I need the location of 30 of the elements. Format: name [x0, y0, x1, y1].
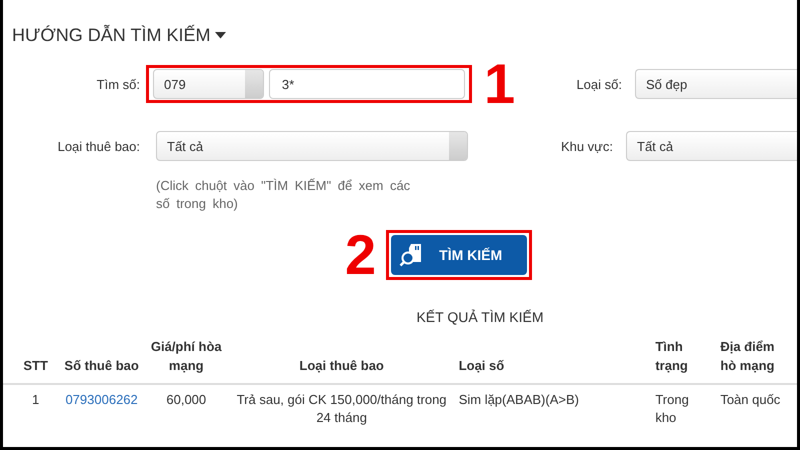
- table-cell-text: Sim lặp(ABAB)(A>B): [458, 391, 580, 409]
- table-cell-text: Trong kho: [654, 391, 690, 427]
- page-heading: HƯỚNG DẪN TÌM KIẾM: [12, 25, 210, 46]
- table-cell-text: 1: [31, 391, 40, 409]
- hint-text: (Click chuột vào "TÌM KIẾM" để xem các số trong kho): [156, 177, 412, 213]
- subscription-select[interactable]: Tất cả: [156, 131, 468, 161]
- results-title: KẾT QUẢ TÌM KIẾM: [415, 309, 545, 325]
- number-input[interactable]: 3*: [268, 69, 465, 99]
- column-header: Giá/phí hòa mạng: [150, 338, 223, 375]
- table-cell-text: Toàn quốc: [719, 391, 782, 409]
- column-header: Địa điểm hò mạng: [719, 338, 776, 375]
- column-header: Tình trạng: [654, 338, 689, 375]
- field-label: Khu vực:: [560, 138, 613, 154]
- table-cell-text: Trả sau, gói CK 150,000/tháng trong 24 tháng: [236, 391, 448, 427]
- field-label: Loại thuê bao:: [56, 138, 140, 154]
- column-header: STT: [22, 357, 49, 375]
- prefix-select[interactable]: 079: [153, 69, 264, 99]
- search-button[interactable]: TÌM KIẾM: [391, 235, 528, 275]
- caret-icon[interactable]: [215, 32, 226, 39]
- field-label: Tìm số:: [96, 76, 140, 92]
- column-header: Loại thuê bao: [298, 357, 385, 375]
- column-header: Loại số: [458, 357, 506, 375]
- region-select[interactable]: Tất cả: [626, 131, 797, 161]
- table-cell-text: 60,000: [165, 391, 208, 409]
- field-label: Loại số:: [575, 76, 622, 92]
- column-header: Số thuê bao: [63, 357, 140, 375]
- step-number: 2: [345, 227, 376, 283]
- phone-link[interactable]: 0793006262: [59, 391, 144, 427]
- step-number: 1: [484, 59, 516, 109]
- number-type-select[interactable]: Số đẹp: [635, 69, 797, 99]
